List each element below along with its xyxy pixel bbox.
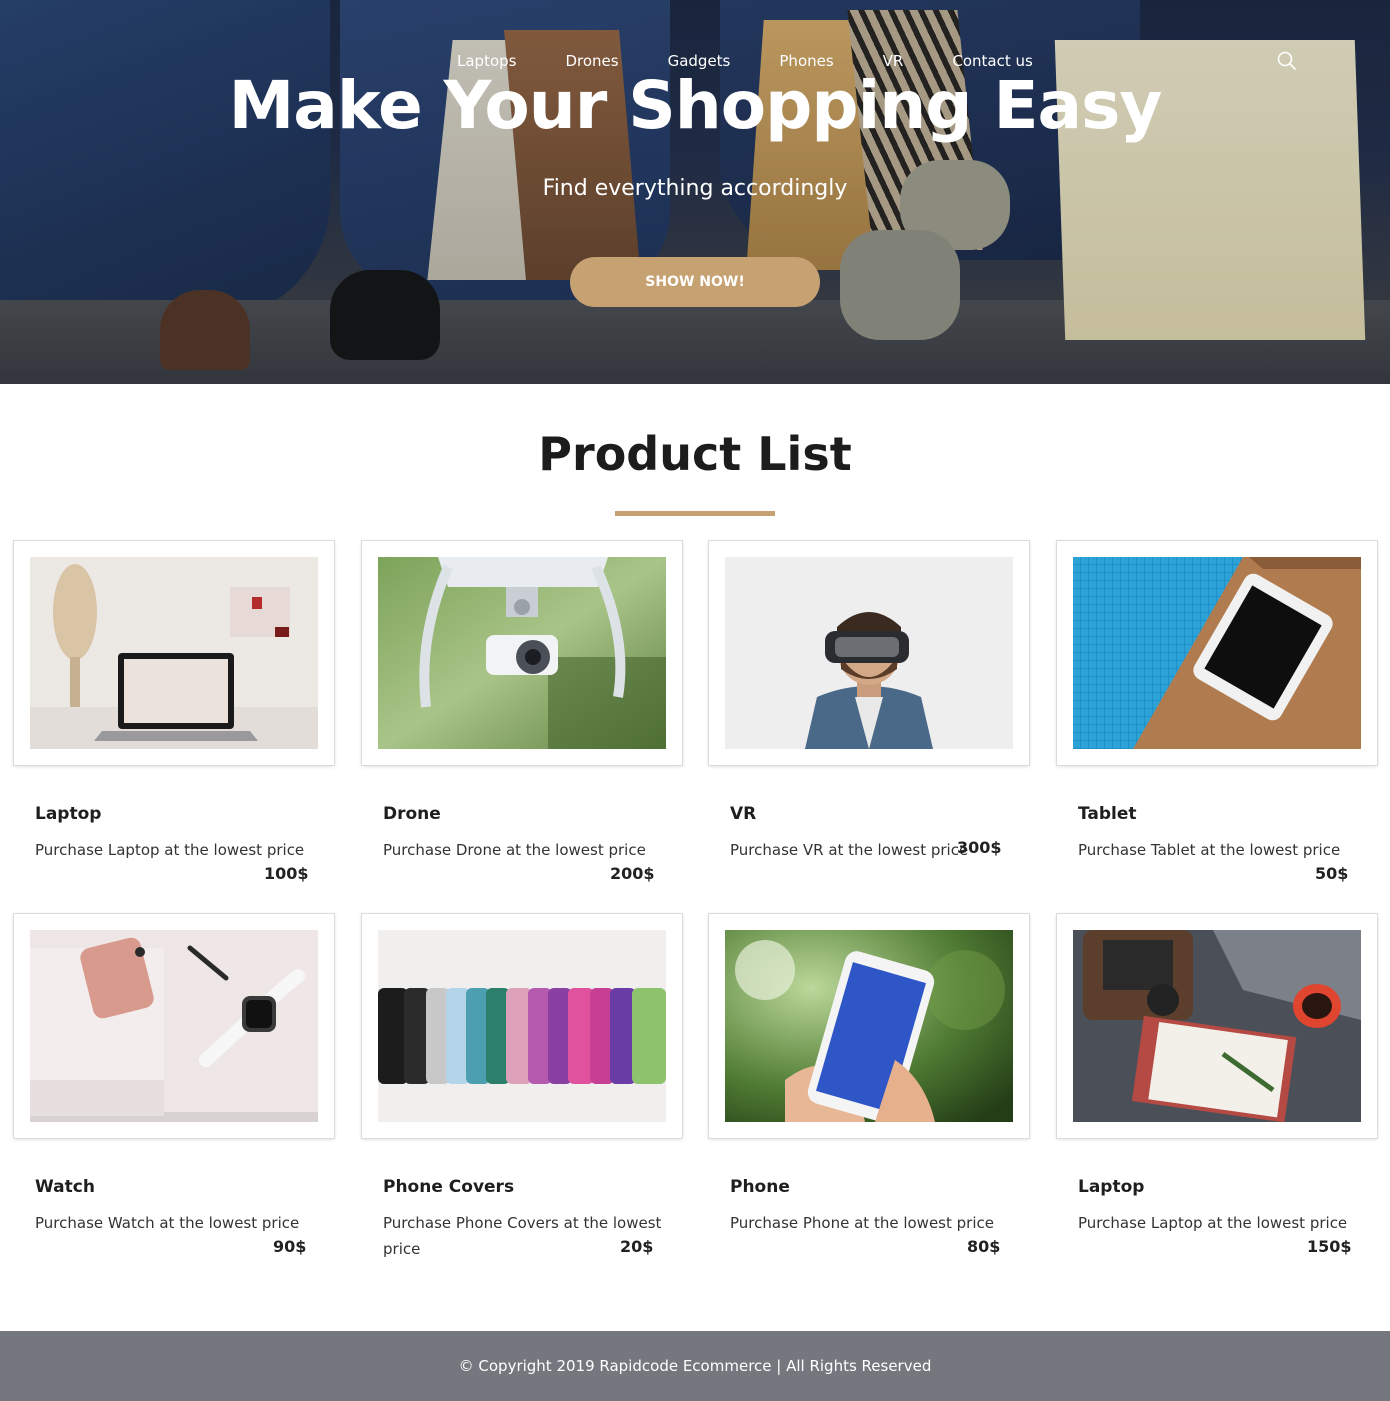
laptop-desk-photo [1073,930,1361,1122]
product-price: 90$ [273,1237,307,1256]
product-image-frame [362,914,682,1138]
product-image-frame [1057,541,1377,765]
product-name: Laptop [1078,1177,1145,1197]
product-image-frame [709,541,1029,765]
product-description: Purchase Laptop at the lowest price [35,841,305,859]
product-description: Purchase Tablet at the lowest price [1078,841,1341,859]
product-description: Purchase Phone at the lowest price [730,1214,994,1232]
product-price: 200$ [610,864,655,883]
product-name: Tablet [1078,804,1137,824]
product-image-frame [14,914,334,1138]
drone-photo [378,557,666,749]
vr-headset-photo [725,557,1013,749]
product-name: Phone Covers [383,1177,515,1197]
tablet-photo [1073,557,1361,749]
product-description: Purchase Laptop at the lowest price [1078,1214,1348,1232]
product-price: 50$ [1315,864,1349,883]
product-price: 150$ [1307,1237,1352,1256]
phone-covers-photo [378,930,666,1122]
product-description: Purchase Watch at the lowest price [35,1214,300,1232]
phone-photo [725,930,1013,1122]
product-price: 300$ [957,838,1002,857]
product-name: VR [730,804,757,824]
product-image-frame [14,541,334,765]
product-name: Phone [730,1177,790,1197]
hero-title: Make Your Shopping Easy [228,67,1163,144]
product-name: Watch [35,1177,95,1197]
page-footer: © Copyright 2019 Rapidcode Ecommerce | A… [0,1331,1390,1401]
product-list-title: Product List [538,427,852,481]
product-price: 80$ [967,1237,1001,1256]
product-price: 100$ [264,864,309,883]
product-price: 20$ [620,1237,654,1256]
title-underline [615,511,775,516]
laptop-photo [30,557,318,749]
product-image-frame [1057,914,1377,1138]
watch-photo [30,930,318,1122]
hero-banner: Laptops Drones Gadgets Phones VR Contact… [0,0,1390,384]
product-image-frame [709,914,1029,1138]
copyright-text: © Copyright 2019 Rapidcode Ecommerce | A… [458,1357,932,1375]
hero-subtitle: Find everything accordingly [542,176,848,201]
product-image-frame [362,541,682,765]
product-name: Laptop [35,804,102,824]
product-name: Drone [383,804,441,824]
product-description: Purchase Drone at the lowest price [383,841,646,859]
show-now-button[interactable]: SHOW NOW! [570,257,820,307]
